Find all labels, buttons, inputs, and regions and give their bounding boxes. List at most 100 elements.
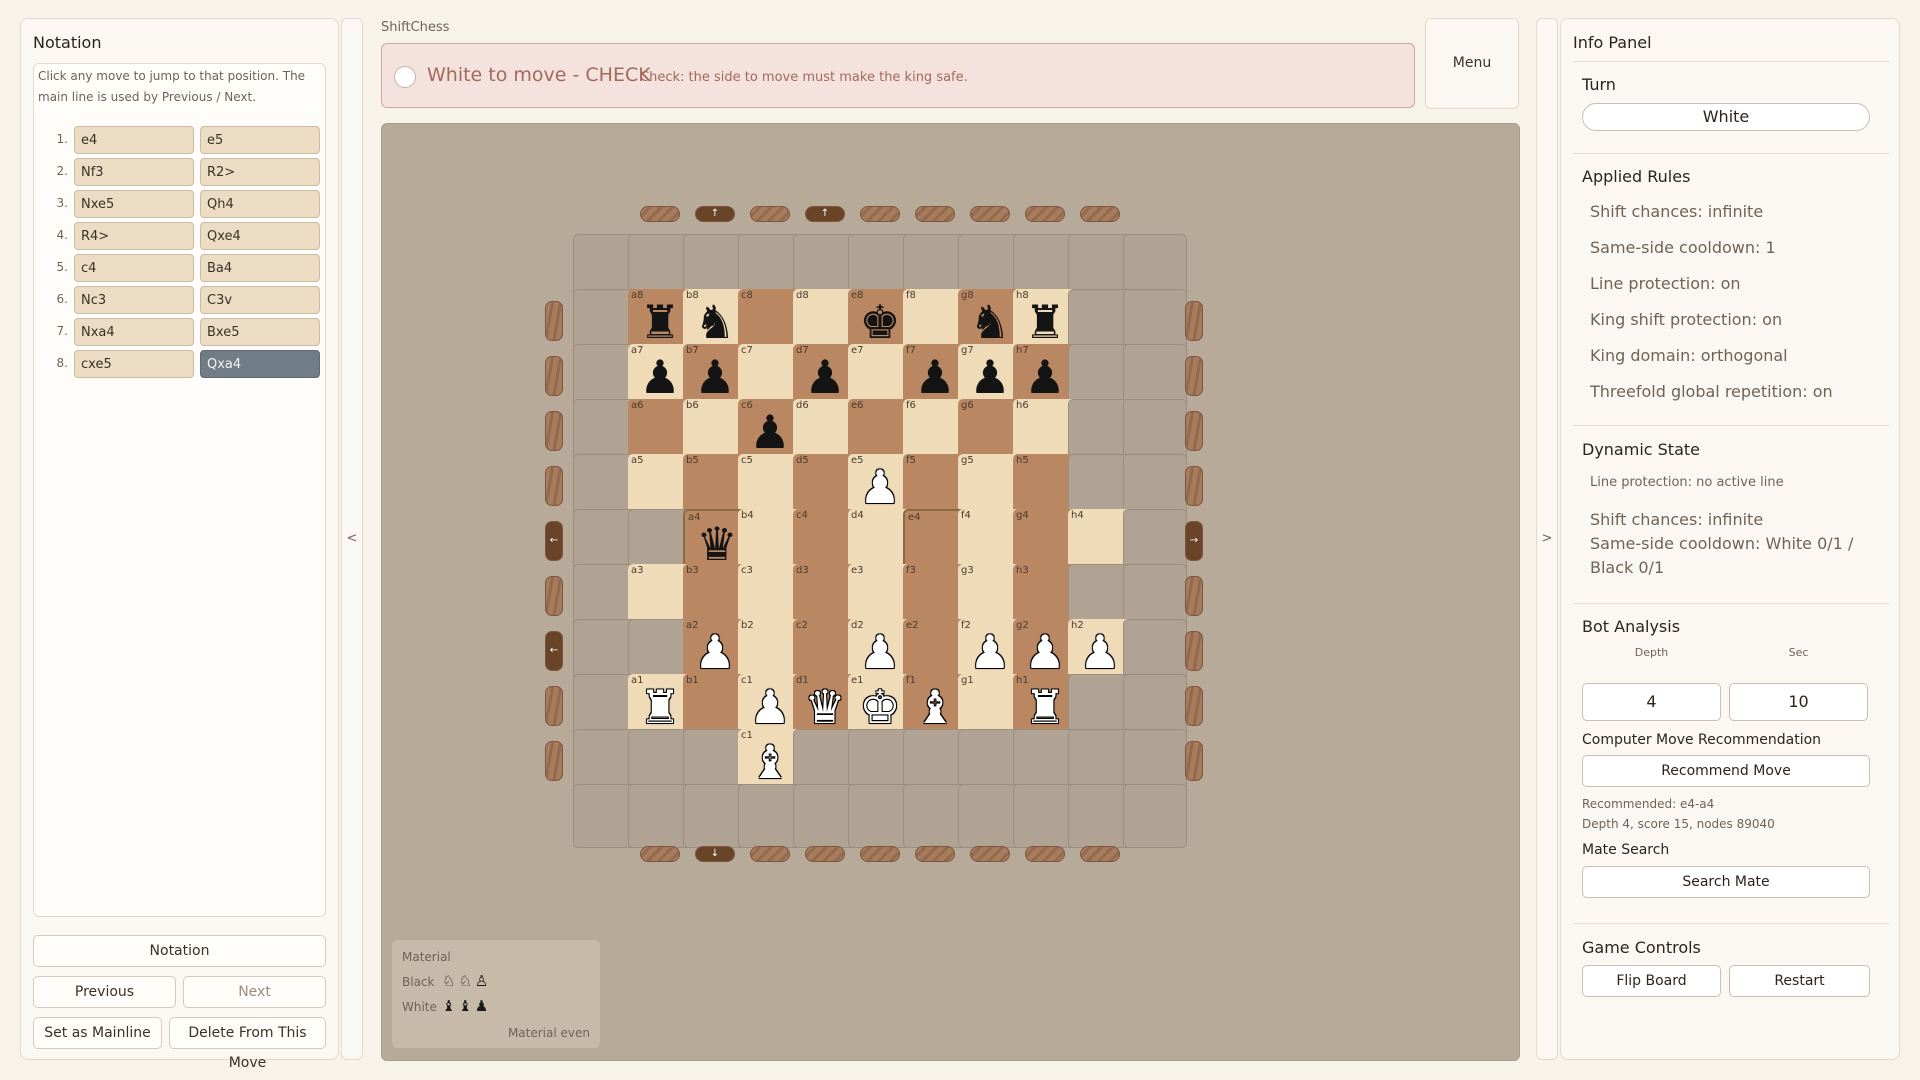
shift-column-down-handle[interactable]: [970, 846, 1010, 862]
shift-column-down-handle[interactable]: ↓: [695, 846, 735, 862]
square-coordinate: c2: [796, 620, 808, 631]
black-move-button[interactable]: Qxe4: [200, 222, 320, 250]
notation-button[interactable]: Notation: [33, 935, 326, 967]
square-coordinate: f6: [906, 400, 916, 411]
shift-row-left-handle[interactable]: ←: [545, 631, 563, 671]
rule-item: King domain: orthogonal: [1590, 346, 1788, 365]
white-move-button[interactable]: c4: [74, 254, 194, 282]
square-coordinate: g5: [961, 455, 974, 466]
move-row: 4. R4> Qxe4: [38, 220, 320, 252]
restart-button[interactable]: Restart: [1729, 965, 1870, 997]
recommendation-label: Computer Move Recommendation: [1582, 732, 1822, 748]
shift-row-left-handle[interactable]: ←: [545, 521, 563, 561]
shift-row-right-handle[interactable]: [1185, 411, 1203, 451]
shift-row-right-handle[interactable]: [1185, 466, 1203, 506]
move-number: 4.: [56, 228, 68, 242]
black-move-button[interactable]: R2>: [200, 158, 320, 186]
shift-column-up-handle[interactable]: [970, 206, 1010, 222]
collapse-right-panel-toggle[interactable]: >: [1536, 18, 1558, 1060]
shift-column-up-handle[interactable]: [915, 206, 955, 222]
white-move-button[interactable]: Nxa4: [74, 318, 194, 346]
white-move-button[interactable]: cxe5: [74, 350, 194, 378]
shift-row-right-handle[interactable]: [1185, 301, 1203, 341]
flip-board-button[interactable]: Flip Board: [1582, 965, 1721, 997]
square-coordinate: d8: [796, 290, 809, 301]
app-title: ShiftChess: [381, 20, 450, 35]
shift-column-down-handle[interactable]: [640, 846, 680, 862]
sec-label: Sec: [1788, 646, 1809, 659]
shift-row-left-handle[interactable]: [545, 301, 563, 341]
shift-column-down-handle[interactable]: [750, 846, 790, 862]
shift-row-right-handle[interactable]: [1185, 741, 1203, 781]
shift-column-up-handle[interactable]: ↑: [695, 206, 735, 222]
shift-column-up-handle[interactable]: [750, 206, 790, 222]
move-row: 5. c4 Ba4: [38, 252, 320, 284]
search-mate-button[interactable]: Search Mate: [1582, 866, 1870, 898]
white-move-button[interactable]: Nxe5: [74, 190, 194, 218]
square-coordinate: h4: [1071, 510, 1084, 521]
bot-analysis-heading: Bot Analysis: [1582, 617, 1681, 636]
shift-column-down-handle[interactable]: [805, 846, 845, 862]
empty-cell[interactable]: [1123, 784, 1187, 848]
black-move-button[interactable]: Qxa4: [200, 350, 320, 378]
white-move-button[interactable]: e4: [74, 126, 194, 154]
depth-input[interactable]: 4: [1582, 683, 1721, 721]
square-coordinate: e2: [906, 620, 919, 631]
shift-column-down-handle[interactable]: [1080, 846, 1120, 862]
shift-row-right-handle[interactable]: [1185, 686, 1203, 726]
square-coordinate: g3: [961, 565, 974, 576]
black-move-button[interactable]: C3v: [200, 286, 320, 314]
shift-row-right-handle[interactable]: →: [1185, 521, 1203, 561]
status-main-text: White to move - CHECK: [427, 64, 651, 86]
next-button[interactable]: Next: [183, 976, 326, 1008]
depth-label: Depth: [1634, 646, 1669, 659]
shift-column-up-handle[interactable]: [1025, 206, 1065, 222]
shift-row-left-handle[interactable]: [545, 411, 563, 451]
black-move-button[interactable]: Bxe5: [200, 318, 320, 346]
shift-column-down-handle[interactable]: [860, 846, 900, 862]
recommend-move-button[interactable]: Recommend Move: [1582, 755, 1870, 787]
collapse-left-panel-toggle[interactable]: <: [341, 18, 363, 1060]
move-row: 7. Nxa4 Bxe5: [38, 316, 320, 348]
square-coordinate: b1: [686, 675, 699, 686]
square-coordinate: e3: [851, 565, 864, 576]
shift-column-down-handle[interactable]: [1025, 846, 1065, 862]
white-move-button[interactable]: Nc3: [74, 286, 194, 314]
status-sub-text: Check: the side to move must make the ki…: [640, 70, 968, 85]
notation-help-text: Click any move to jump to that position.…: [38, 69, 306, 104]
divider: [1573, 425, 1889, 426]
shift-column-down-handle[interactable]: [915, 846, 955, 862]
set-mainline-button[interactable]: Set as Mainline: [33, 1017, 162, 1049]
black-move-button[interactable]: Qh4: [200, 190, 320, 218]
shift-row-left-handle[interactable]: [545, 466, 563, 506]
shift-row-left-handle[interactable]: [545, 576, 563, 616]
shift-column-up-handle[interactable]: [1080, 206, 1120, 222]
square-coordinate: c3: [741, 565, 753, 576]
shift-row-left-handle[interactable]: [545, 686, 563, 726]
black-move-button[interactable]: Ba4: [200, 254, 320, 282]
seconds-input[interactable]: 10: [1729, 683, 1868, 721]
square-coordinate: a6: [631, 400, 644, 411]
shift-column-up-handle[interactable]: [860, 206, 900, 222]
analysis-stats-text: Depth 4, score 15, nodes 89040: [1582, 817, 1775, 831]
shift-column-up-handle[interactable]: ↑: [805, 206, 845, 222]
black-move-button[interactable]: e5: [200, 126, 320, 154]
shift-row-right-handle[interactable]: [1185, 576, 1203, 616]
white-move-button[interactable]: Nf3: [74, 158, 194, 186]
shift-column-up-handle[interactable]: [640, 206, 680, 222]
shift-row-right-handle[interactable]: [1185, 631, 1203, 671]
shift-row-left-handle[interactable]: [545, 741, 563, 781]
shift-row-left-handle[interactable]: [545, 356, 563, 396]
square-coordinate: h6: [1016, 400, 1029, 411]
shift-row-right-handle[interactable]: [1185, 356, 1203, 396]
menu-button[interactable]: Menu: [1425, 18, 1519, 109]
cooldown-state: Same-side cooldown: White 0/1 /: [1590, 534, 1854, 553]
white-move-button[interactable]: R4>: [74, 222, 194, 250]
square-coordinate: f4: [961, 510, 971, 521]
turn-indicator: White: [1582, 103, 1870, 131]
previous-button[interactable]: Previous: [33, 976, 176, 1008]
square-coordinate: e6: [851, 400, 864, 411]
board-area: a8 ♜ b8 ♞ c8 d8 e8 ♚ f8 g8 ♞ h8 ♜ a7 ♟ b7 ♟ c7 d7 ♟ e7 f7 ♟ g7 ♟…: [381, 123, 1520, 1061]
rule-item: Same-side cooldown: 1: [1590, 238, 1776, 257]
delete-from-move-button[interactable]: Delete From This Move: [169, 1017, 326, 1071]
